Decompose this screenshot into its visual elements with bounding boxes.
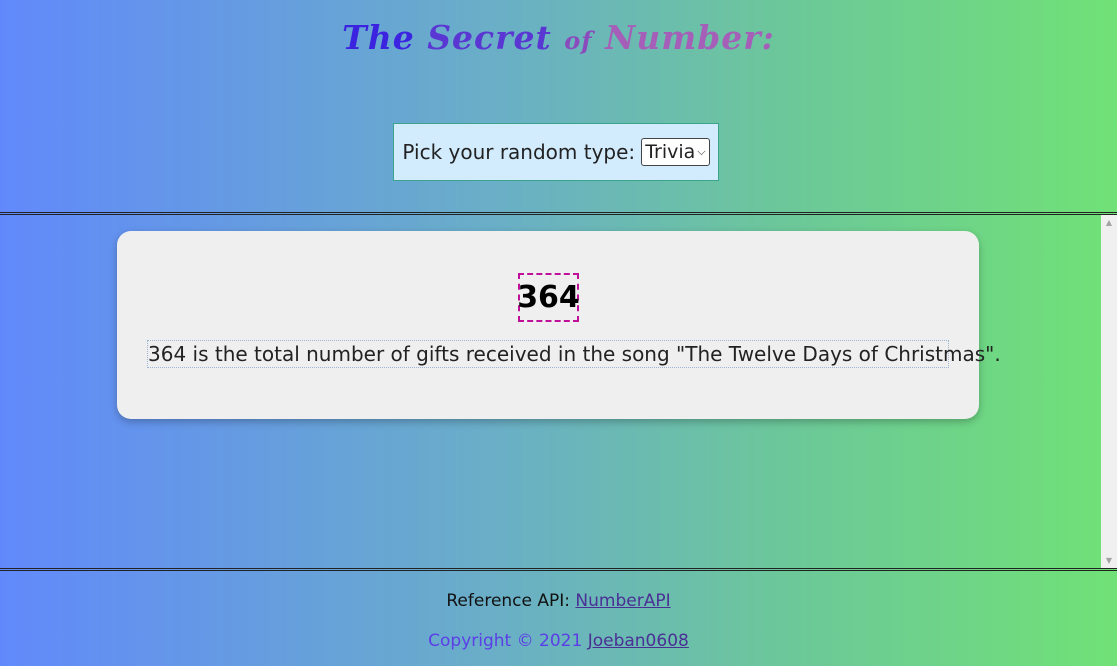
result-number: 364 — [517, 273, 580, 322]
type-select-value: Trivia — [645, 141, 696, 163]
author-link[interactable]: Joeban0608 — [588, 631, 689, 651]
title-word-the: The — [342, 18, 415, 57]
title-word-of: of — [564, 26, 593, 55]
result-card: 364 364 is the total number of gifts rec… — [117, 231, 1001, 419]
type-select[interactable]: Trivia ⌵ — [641, 138, 710, 166]
type-picker-box: Pick your random type: Trivia ⌵ — [393, 123, 719, 181]
result-frame[interactable]: 364 364 is the total number of gifts rec… — [0, 215, 1117, 569]
numberapi-link[interactable]: NumberAPI — [575, 591, 670, 611]
scroll-down-icon[interactable]: ▼ — [1101, 553, 1117, 569]
chevron-down-icon: ⌵ — [697, 145, 706, 158]
bottom-divider — [0, 568, 1117, 571]
scroll-up-icon[interactable]: ▲ — [1101, 215, 1117, 231]
title-word-number: Number: — [605, 18, 775, 57]
copyright-line: Copyright © 2021 Joeban0608 — [0, 631, 1117, 651]
reference-label: Reference API: — [446, 591, 571, 611]
vertical-scrollbar[interactable]: ▲ ▼ — [1101, 215, 1117, 569]
reference-line: Reference API: NumberAPI — [0, 591, 1117, 611]
page-title: The Secret of Number: — [0, 10, 1117, 69]
title-word-secret: Secret — [427, 18, 552, 57]
result-fact: 364 is the total number of gifts receive… — [147, 340, 1001, 368]
type-picker-label: Pick your random type: — [402, 140, 636, 164]
copyright-text: Copyright © 2021 — [428, 631, 583, 651]
